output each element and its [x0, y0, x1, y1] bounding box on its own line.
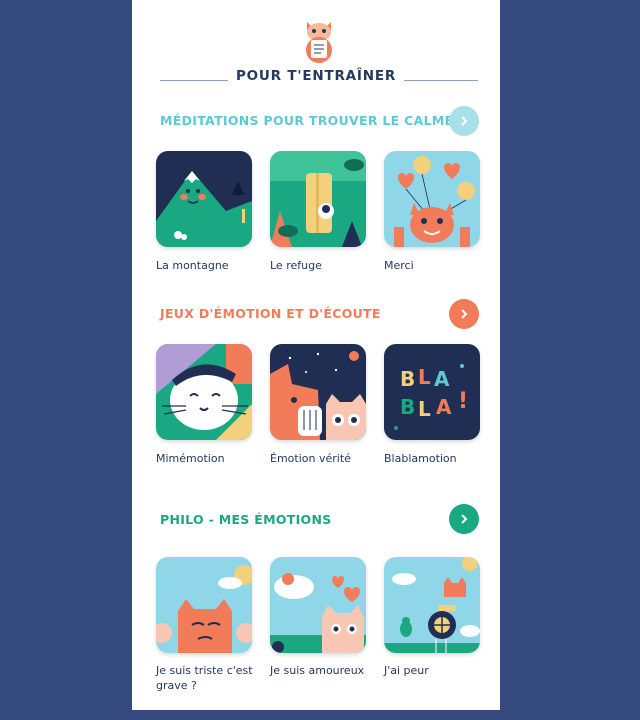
mountain-illustration-icon [156, 151, 252, 247]
activity-card-merci[interactable] [384, 151, 480, 247]
chevron-right-icon [461, 309, 468, 319]
activity-card-le-refuge[interactable] [270, 151, 366, 247]
activity-card-blablamotion[interactable]: B L A B L A ! [384, 344, 480, 440]
section-more-button-meditations[interactable] [449, 106, 479, 136]
svg-text:B: B [400, 395, 415, 419]
section-title-meditations: MÉDITATIONS POUR TROUVER LE CALME [160, 113, 454, 128]
activity-label: Émotion vérité [270, 452, 351, 465]
activity-label: Mimémotion [156, 452, 225, 465]
section-more-button-philo[interactable] [449, 504, 479, 534]
refuge-illustration-icon [270, 151, 366, 247]
main-panel: POUR T'ENTRAÎNER MÉDITATIONS POUR TROUVE… [132, 0, 500, 710]
svg-text:B: B [400, 367, 415, 391]
svg-text:!: ! [458, 389, 468, 414]
activity-label: Blablamotion [384, 452, 457, 465]
activity-label: Je suis amoureux [270, 664, 365, 677]
activity-card-emotion-verite[interactable] [270, 344, 366, 440]
activity-card-j-ai-peur[interactable] [384, 557, 480, 653]
page-title: POUR T'ENTRAÎNER [132, 68, 500, 84]
activity-label: Merci [384, 259, 414, 272]
activity-card-mimemotion[interactable] [156, 344, 252, 440]
section-title-jeux: JEUX D'ÉMOTION ET D'ÉCOUTE [160, 306, 381, 321]
activity-card-je-suis-triste[interactable] [156, 557, 252, 653]
owl-mascot-icon [306, 22, 332, 63]
cats-night-illustration-icon [270, 344, 366, 440]
section-more-button-jeux[interactable] [449, 299, 479, 329]
cat-balloons-illustration-icon [384, 151, 480, 247]
activity-label: Le refuge [270, 259, 322, 272]
activity-label: J'ai peur [384, 664, 429, 677]
activity-label: Je suis triste c'est grave ? [156, 664, 253, 692]
white-cat-illustration-icon [156, 344, 252, 440]
svg-text:A: A [436, 395, 452, 419]
svg-text:A: A [434, 367, 450, 391]
activity-card-je-suis-amoureux[interactable] [270, 557, 366, 653]
chevron-right-icon [461, 116, 468, 126]
svg-text:L: L [418, 397, 431, 421]
sad-cat-illustration-icon [156, 557, 252, 653]
chevron-right-icon [461, 514, 468, 524]
activity-label: La montagne [156, 259, 229, 272]
activity-card-la-montagne[interactable] [156, 151, 252, 247]
blabla-illustration-icon: B L A B L A ! [384, 344, 480, 440]
love-cat-illustration-icon [270, 557, 366, 653]
section-title-philo: PHILO - MES ÉMOTIONS [160, 512, 332, 527]
svg-text:L: L [418, 365, 431, 389]
fear-illustration-icon [384, 557, 480, 653]
